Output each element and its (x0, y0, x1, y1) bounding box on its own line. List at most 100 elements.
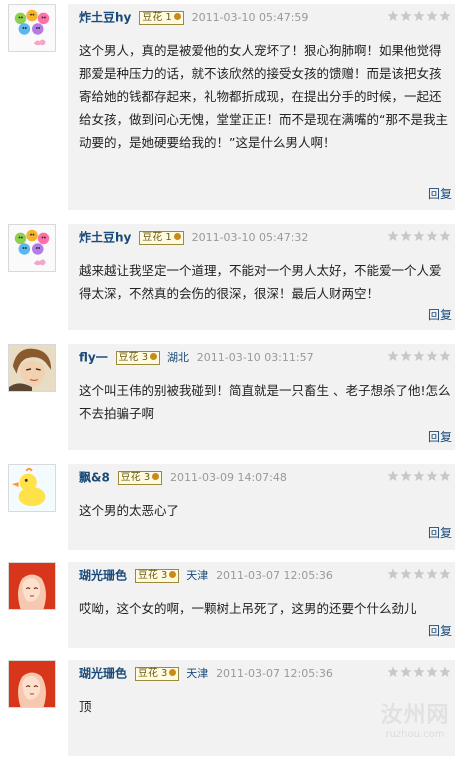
star-icon[interactable] (413, 350, 425, 362)
badge-icon (150, 353, 158, 360)
comment-text: 这个叫王伟的别被我碰到！简直就是一只畜生 、老子想杀了他!怎么不去拍骗子啊 (79, 383, 451, 421)
star-icon[interactable] (439, 350, 451, 362)
star-icon[interactable] (439, 10, 451, 22)
badge-icon (152, 473, 160, 480)
username-link[interactable]: fly一 (79, 351, 108, 365)
location-link[interactable]: 湖北 (167, 351, 189, 364)
level-badge: 豆花 3 (115, 350, 161, 365)
avatar[interactable] (8, 660, 56, 708)
star-icon[interactable] (426, 230, 438, 242)
star-icon[interactable] (413, 568, 425, 580)
level-badge: 豆花 1 (139, 230, 184, 245)
red-hair-girl-avatar-icon (9, 563, 55, 609)
star-icon[interactable] (413, 10, 425, 22)
comment-text: 越来越让我坚定一个道理，不能对一个男人太好，不能爱一个人爱得太深，不然真的会伤的… (79, 263, 442, 301)
badge-label: 豆花 (137, 667, 158, 679)
level-badge: 豆花 3 (134, 568, 180, 583)
star-icon[interactable] (400, 350, 412, 362)
badge-icon (173, 13, 181, 20)
watermark-url: ruzhou.com (385, 729, 445, 740)
star-icon[interactable] (400, 666, 412, 678)
star-icon[interactable] (400, 470, 412, 482)
site-watermark: 汝州网 ruzhou.com (375, 703, 455, 741)
comment-panel: 瑚光珊色 豆花 3 天津 2011-03-07 12:05:36 哎呦，这个女的… (68, 562, 455, 648)
star-icon[interactable] (426, 470, 438, 482)
star-icon[interactable] (426, 568, 438, 580)
watermark-title: 汝州网 (380, 703, 450, 728)
avatar[interactable] (8, 562, 56, 610)
star-icon[interactable] (439, 666, 451, 678)
comment-meta: 炸土豆hy 豆花 1 2011-03-10 05:47:32 (79, 229, 308, 245)
cartoon-faces-avatar-icon (9, 225, 55, 271)
star-icon[interactable] (439, 230, 451, 242)
rating-stars[interactable] (386, 230, 451, 249)
badge-level: 3 (143, 471, 151, 483)
comment-text: 哎呦，这个女的啊，一颗树上吊死了，这男的还要个什么劲儿 (79, 601, 417, 616)
rating-stars[interactable] (386, 470, 451, 489)
avatar[interactable] (8, 4, 56, 52)
comment-meta: fly一 豆花 3 湖北 2011-03-10 03:11:57 (79, 349, 314, 365)
timestamp: 2011-03-10 03:11:57 (196, 350, 314, 364)
reply-link[interactable]: 回复 (428, 524, 452, 541)
badge-label: 豆花 (137, 569, 158, 581)
star-icon[interactable] (387, 666, 399, 678)
badge-icon (173, 233, 181, 240)
rating-stars[interactable] (386, 10, 451, 29)
badge-label: 豆花 (142, 231, 163, 243)
star-icon[interactable] (426, 666, 438, 678)
username-link[interactable]: 飘&8 (79, 471, 110, 485)
anime-boy-avatar-icon (9, 345, 55, 391)
star-icon[interactable] (439, 470, 451, 482)
badge-level: 3 (161, 667, 168, 679)
star-icon[interactable] (400, 10, 412, 22)
avatar[interactable] (8, 224, 56, 272)
location-link[interactable]: 天津 (186, 569, 208, 582)
username-link[interactable]: 瑚光珊色 (79, 569, 127, 583)
comment-meta: 瑚光珊色 豆花 3 天津 2011-03-07 12:05:36 (79, 567, 333, 583)
badge-label: 豆花 (118, 351, 139, 363)
rating-stars[interactable] (386, 350, 451, 369)
timestamp: 2011-03-07 12:05:36 (216, 568, 333, 582)
reply-link[interactable]: 回复 (428, 185, 452, 202)
duck-avatar-icon (9, 465, 55, 511)
star-icon[interactable] (387, 350, 399, 362)
comment-panel: fly一 豆花 3 湖北 2011-03-10 03:11:57 这个叫王伟的别… (68, 344, 455, 450)
badge-icon (169, 669, 177, 676)
comment-meta: 飘&8 豆花 3 2011-03-09 14:07:48 (79, 469, 287, 485)
star-icon[interactable] (413, 230, 425, 242)
star-icon[interactable] (387, 568, 399, 580)
star-icon[interactable] (387, 230, 399, 242)
rating-stars[interactable] (386, 666, 451, 685)
badge-level: 3 (141, 351, 149, 363)
timestamp: 2011-03-07 12:05:36 (216, 666, 333, 680)
username-link[interactable]: 瑚光珊色 (79, 667, 127, 681)
star-icon[interactable] (439, 568, 451, 580)
star-icon[interactable] (413, 666, 425, 678)
star-icon[interactable] (387, 10, 399, 22)
timestamp: 2011-03-09 14:07:48 (170, 470, 287, 484)
rating-stars[interactable] (386, 568, 451, 587)
reply-link[interactable]: 回复 (428, 306, 452, 323)
star-icon[interactable] (426, 350, 438, 362)
location-link[interactable]: 天津 (186, 667, 208, 680)
timestamp: 2011-03-10 05:47:59 (191, 10, 309, 24)
avatar[interactable] (8, 464, 56, 512)
badge-label: 豆花 (120, 471, 141, 483)
username-link[interactable]: 炸土豆hy (79, 231, 131, 245)
comment-text: 这个男的太恶心了 (79, 503, 180, 518)
level-badge: 豆花 1 (139, 10, 184, 25)
star-icon[interactable] (400, 568, 412, 580)
comment-meta: 瑚光珊色 豆花 3 天津 2011-03-07 12:05:36 (79, 665, 333, 681)
comment-panel: 飘&8 豆花 3 2011-03-09 14:07:48 这个男的太恶心了 回复 (68, 464, 455, 550)
username-link[interactable]: 炸土豆hy (79, 11, 131, 25)
badge-level: 1 (165, 11, 172, 23)
star-icon[interactable] (426, 10, 438, 22)
star-icon[interactable] (400, 230, 412, 242)
comment-panel: 炸土豆hy 豆花 1 2011-03-10 05:47:59 这个男人，真的是被… (68, 4, 455, 210)
reply-link[interactable]: 回复 (428, 622, 452, 639)
avatar[interactable] (8, 344, 56, 392)
comment-text: 这个男人，真的是被爱他的女人宠坏了！狠心狗肺啊！如果他觉得那爱是种压力的话，就不… (79, 43, 448, 150)
star-icon[interactable] (387, 470, 399, 482)
star-icon[interactable] (413, 470, 425, 482)
reply-link[interactable]: 回复 (428, 428, 452, 445)
